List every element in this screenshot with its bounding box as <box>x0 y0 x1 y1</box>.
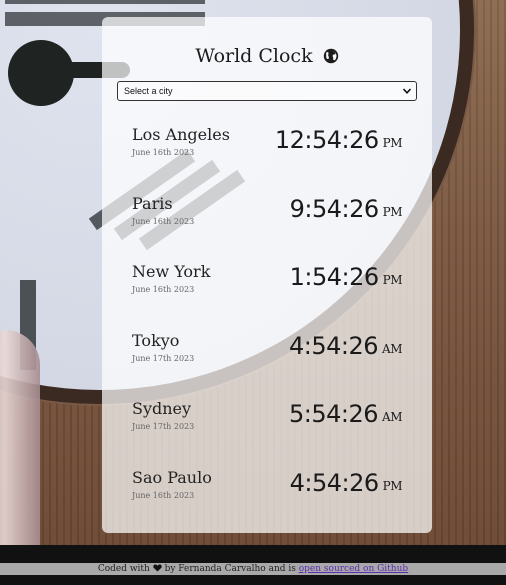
city-name: New York <box>132 262 211 281</box>
time-value: 4:54:26 <box>289 469 380 497</box>
time-ampm: AM <box>382 410 402 424</box>
time-value: 9:54:26 <box>289 195 380 223</box>
time-value: 1:54:26 <box>289 263 380 291</box>
city-date: June 16th 2023 <box>132 491 195 500</box>
city-row-sydney: Sydney June 17th 2023 5:54:26 AM <box>132 399 402 439</box>
city-select-value: Select a city <box>124 86 173 96</box>
footer-credit: by Fernanda Carvalho and is <box>164 564 296 574</box>
city-time: 12:54:26 PM <box>274 126 403 154</box>
city-date: June 17th 2023 <box>132 354 195 363</box>
city-name: Sao Paulo <box>132 468 212 487</box>
city-time: 4:54:26 AM <box>289 332 402 360</box>
time-ampm: PM <box>382 273 403 287</box>
city-date: June 16th 2023 <box>132 285 195 294</box>
footer-prefix: Coded with <box>97 564 150 574</box>
time-value: 5:54:26 <box>289 400 379 428</box>
heart-icon <box>152 564 162 572</box>
city-time: 4:54:26 PM <box>289 469 403 497</box>
title-text: World Clock <box>195 45 313 67</box>
city-name: Los Angeles <box>132 125 230 144</box>
page-title: World Clock <box>102 45 432 67</box>
time-ampm: PM <box>382 136 403 150</box>
time-ampm: PM <box>382 479 403 493</box>
chevron-down-icon <box>402 88 412 94</box>
city-date: June 17th 2023 <box>132 422 195 431</box>
city-name: Sydney <box>132 399 192 418</box>
city-row-sao-paulo: Sao Paulo June 16th 2023 4:54:26 PM <box>132 468 403 508</box>
globe-icon <box>323 48 338 64</box>
city-row-tokyo: Tokyo June 17th 2023 4:54:26 AM <box>132 331 402 371</box>
city-time: 9:54:26 PM <box>289 195 403 223</box>
world-clock-card: World Clock Select a city Los Angeles Ju… <box>102 17 432 533</box>
city-name: Tokyo <box>132 331 180 350</box>
city-row-los-angeles: Los Angeles June 16th 2023 12:54:26 PM <box>132 125 403 165</box>
time-value: 4:54:26 <box>289 332 379 360</box>
city-select[interactable]: Select a city <box>117 81 417 101</box>
footer: Coded with by Fernanda Carvalho and is o… <box>0 563 506 575</box>
city-time: 1:54:26 PM <box>289 263 403 291</box>
city-date: June 16th 2023 <box>132 148 195 157</box>
time-ampm: PM <box>382 205 403 219</box>
city-row-new-york: New York June 16th 2023 1:54:26 PM <box>132 262 403 302</box>
github-link[interactable]: open sourced on Github <box>299 564 408 574</box>
time-value: 12:54:26 <box>274 126 379 154</box>
time-ampm: AM <box>382 342 402 356</box>
city-time: 5:54:26 AM <box>289 400 402 428</box>
city-row-paris: Paris June 16th 2023 9:54:26 PM <box>132 194 403 234</box>
city-date: June 16th 2023 <box>132 217 195 226</box>
city-name: Paris <box>132 194 173 213</box>
